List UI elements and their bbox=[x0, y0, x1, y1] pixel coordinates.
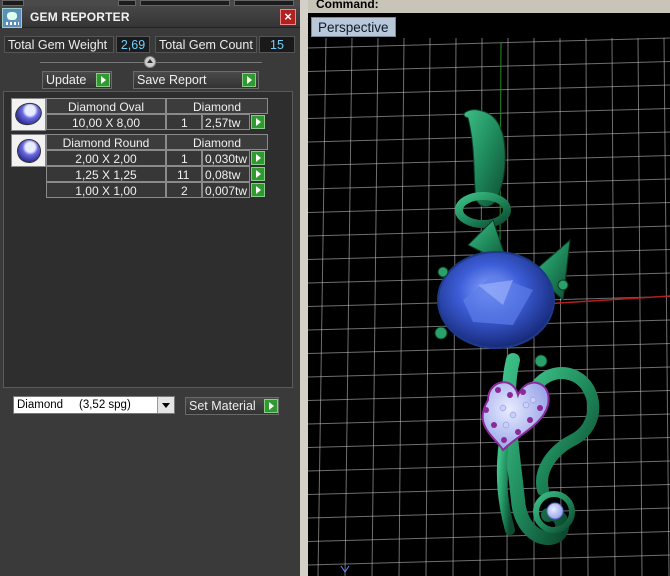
gem-weight-cell: 0,007tw bbox=[202, 182, 250, 198]
gem-thumbnail-oval bbox=[11, 98, 46, 131]
gem-size-cell: 2,00 X 2,00 bbox=[46, 150, 166, 166]
panel-title-bar: GEM REPORTER bbox=[0, 6, 300, 28]
arrow-right-icon[interactable] bbox=[96, 73, 110, 87]
grid-line bbox=[308, 37, 670, 49]
total-gem-count-value: 15 bbox=[259, 36, 295, 53]
round-gem-icon bbox=[14, 136, 44, 166]
grid-line bbox=[398, 37, 405, 576]
grid-line bbox=[308, 531, 670, 542]
gem-weight-cell: 2,57tw bbox=[202, 114, 250, 130]
gem-size-cell: 1,25 X 1,25 bbox=[46, 166, 166, 182]
pendant-model[interactable] bbox=[434, 109, 600, 546]
viewport-canvas[interactable] bbox=[308, 0, 670, 576]
perspective-viewport[interactable]: Command: Perspective bbox=[308, 0, 670, 576]
grid-line bbox=[308, 61, 670, 72]
gem-reporter-icon bbox=[2, 8, 22, 28]
total-gem-weight-label: Total Gem Weight bbox=[4, 36, 114, 53]
grid-line bbox=[308, 366, 670, 378]
grid-line bbox=[344, 37, 353, 576]
command-prompt: Command: bbox=[316, 0, 379, 11]
gem-material-header: Diamond bbox=[166, 134, 268, 150]
gem-name-header: Diamond Oval bbox=[46, 98, 166, 114]
gem-material-header: Diamond bbox=[166, 98, 268, 114]
gem-thumbnail-round bbox=[11, 134, 46, 167]
material-select-value: Diamond (3,52 spg) bbox=[17, 399, 131, 411]
gem-count-cell: 1 bbox=[166, 114, 202, 130]
grid-line bbox=[308, 437, 670, 448]
gem-list: Diamond Oval Diamond 10,00 X 8,00 1 2,57… bbox=[3, 91, 293, 388]
material-select[interactable]: Diamond (3,52 spg) bbox=[13, 396, 175, 414]
grid-line bbox=[371, 37, 379, 576]
gem-weight-cell: 0,08tw bbox=[202, 166, 250, 182]
update-button-label: Update bbox=[46, 73, 87, 87]
arrow-right-icon[interactable] bbox=[251, 151, 265, 165]
arrow-right-icon[interactable] bbox=[242, 73, 256, 87]
grid-line bbox=[663, 37, 670, 576]
gem-name-header: Diamond Round bbox=[46, 134, 166, 150]
grid-line bbox=[308, 460, 670, 472]
panel-title: GEM REPORTER bbox=[30, 10, 130, 24]
grid-line bbox=[308, 484, 670, 495]
grid-line bbox=[308, 84, 670, 96]
total-gem-weight-value: 2,69 bbox=[116, 36, 150, 53]
grid-line bbox=[425, 37, 431, 576]
view-name-label[interactable]: Perspective bbox=[311, 17, 396, 37]
grid-line bbox=[308, 507, 670, 519]
gem-count-cell: 1 bbox=[166, 150, 202, 166]
gem-count-cell: 11 bbox=[166, 166, 202, 182]
chevron-down-icon[interactable] bbox=[157, 397, 174, 413]
set-material-button-label: Set Material bbox=[189, 399, 256, 413]
gem-count-cell: 2 bbox=[166, 182, 202, 198]
oval-gem-icon bbox=[12, 99, 45, 129]
save-report-button[interactable]: Save Report bbox=[133, 71, 259, 89]
save-report-button-label: Save Report bbox=[137, 73, 207, 87]
collapse-icon[interactable] bbox=[144, 56, 156, 68]
arrow-right-icon[interactable] bbox=[251, 167, 265, 181]
grid-line bbox=[585, 37, 589, 576]
grid-line bbox=[611, 37, 616, 576]
grid-line bbox=[637, 37, 643, 576]
gem-size-cell: 10,00 X 8,00 bbox=[46, 114, 166, 130]
gem-reporter-panel: GEM REPORTER × Total Gem Weight 2,69 Tot… bbox=[0, 0, 300, 576]
arrow-right-icon[interactable] bbox=[251, 183, 265, 197]
grid-line bbox=[317, 37, 327, 576]
command-line[interactable]: Command: bbox=[308, 0, 670, 13]
close-icon[interactable]: × bbox=[280, 9, 296, 25]
grid-line bbox=[308, 554, 670, 566]
arrow-right-icon[interactable] bbox=[251, 115, 265, 129]
view-name-text: Perspective bbox=[318, 20, 389, 35]
arrow-right-icon[interactable] bbox=[264, 399, 278, 413]
total-gem-count-label: Total Gem Count bbox=[155, 36, 257, 53]
panel-splitter[interactable] bbox=[300, 0, 308, 576]
gem-weight-cell: 0,030tw bbox=[202, 150, 250, 166]
gem-size-cell: 1,00 X 1,00 bbox=[46, 182, 166, 198]
